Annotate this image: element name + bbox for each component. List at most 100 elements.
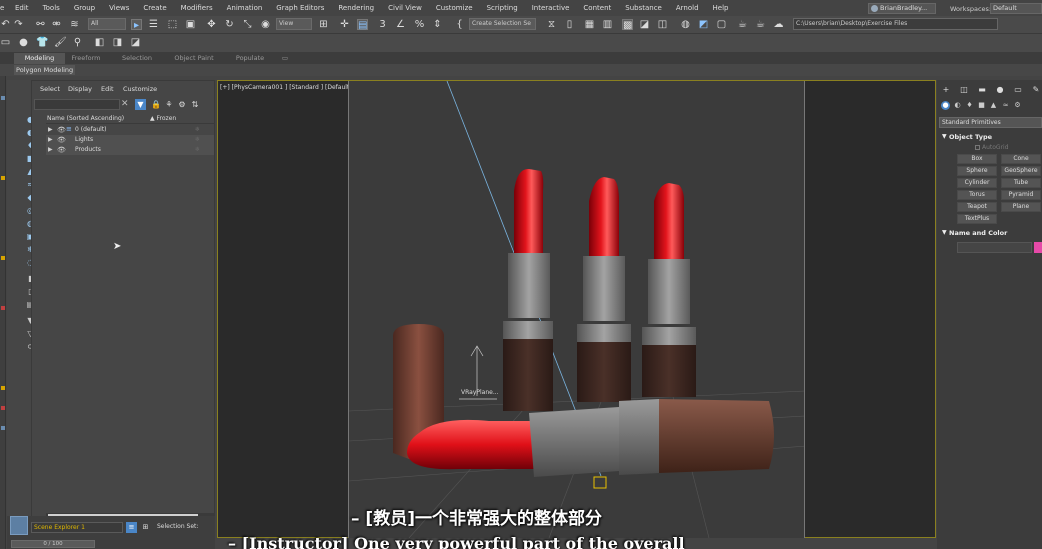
render-iterative-icon[interactable]: ☕ [755,19,766,30]
rendered-frame-window-icon[interactable]: ▢ [716,19,727,30]
rect-selection-icon[interactable]: ⬚ [167,19,178,30]
tube-button[interactable]: Tube [1001,178,1041,188]
menu-animation[interactable]: Animation [220,4,270,12]
spacewarps-category-icon[interactable]: ≈ [1001,101,1010,110]
select-manipulate-icon[interactable]: ✛ [339,19,350,30]
frozen-toggle-icon[interactable]: ❄ [195,135,200,145]
menu-file[interactable]: e [0,4,8,12]
expand-arrow-icon[interactable]: ▶ [48,145,53,155]
keyboard-shortcut-toggle-icon[interactable]: ▤ [357,19,368,31]
eye-icon[interactable]: 👁 [57,125,66,135]
shapes-category-icon[interactable]: ◐ [953,101,962,110]
cameras-category-icon[interactable]: ■ [977,101,986,110]
se-menu-customize[interactable]: Customize [123,85,157,93]
menu-content[interactable]: Content [576,4,618,12]
brush-icon[interactable]: 🖌 [54,37,67,48]
toggle-ribbon-icon[interactable]: ▩ [622,19,633,31]
window-crossing-icon[interactable]: ▣ [185,19,196,30]
unlink-icon[interactable]: ⚮ [51,19,62,30]
angle-snap-icon[interactable]: ∠ [395,19,406,30]
menu-graph-editors[interactable]: Graph Editors [269,4,331,12]
shirt-icon[interactable]: 👕 [36,37,48,48]
cylinder-button[interactable]: Cylinder [957,178,997,188]
rotate-icon[interactable]: ↻ [224,19,235,30]
bind-spacewarp-icon[interactable]: ≋ [69,19,80,30]
scene-row-products[interactable]: ▶ 👁 Products ❄ [46,145,214,155]
utilities-tab-icon[interactable]: ✎ [1031,85,1041,95]
undo-icon[interactable]: ↶ [0,19,11,30]
spinner-snap-icon[interactable]: ⇕ [432,19,443,30]
expand-arrow-icon[interactable]: ▶ [48,125,53,135]
material-editor-icon[interactable]: ◍ [680,19,691,30]
menu-create[interactable]: Create [136,4,173,12]
tab-modeling[interactable]: Modeling [14,53,65,64]
teapot-button[interactable]: Teapot [957,202,997,212]
scene-explorer-name-dropdown[interactable]: Scene Explorer 1 [31,522,123,533]
cone-button[interactable]: Cone [1001,154,1041,164]
menu-views[interactable]: Views [102,4,136,12]
tab-object-paint[interactable]: Object Paint [170,53,218,64]
container-icon[interactable]: ● [18,37,29,48]
scene-explorer-thumbnail[interactable] [10,516,28,535]
schematic-view-icon[interactable]: ◫ [657,19,668,30]
align-icon[interactable]: ▯ [564,19,575,30]
menu-civil-view[interactable]: Civil View [381,4,429,12]
menu-interactive[interactable]: Interactive [525,4,577,12]
expand-arrow-icon[interactable]: ▶ [48,135,53,145]
select-by-name-icon[interactable]: ☰ [148,19,159,30]
pyramid-button[interactable]: Pyramid [1001,190,1041,200]
render-setup-icon[interactable]: ◩ [698,19,709,30]
object-color-swatch[interactable] [1034,242,1042,253]
scene-row-default-layer[interactable]: ▶ 👁 ≡ 0 (default) ❄ [46,125,214,135]
scene-explorer-search-input[interactable] [34,99,120,110]
percent-snap-icon[interactable]: % [414,19,425,30]
display-tab-icon[interactable]: ▭ [1013,85,1023,95]
pivot-center-icon[interactable]: ⊞ [318,19,329,30]
eye-icon[interactable]: 👁 [57,145,66,155]
frozen-toggle-icon[interactable]: ❄ [195,125,200,135]
column-frozen[interactable]: ▲ Frozen [150,115,176,122]
geometry-category-icon[interactable]: ● [941,101,950,110]
column-name[interactable]: Name (Sorted Ascending) [47,115,124,122]
textplus-button[interactable]: TextPlus [957,214,997,224]
se-menu-select[interactable]: Select [40,85,60,93]
sphere-button[interactable]: Sphere [957,166,997,176]
workspaces-dropdown[interactable]: Default [990,3,1042,14]
polygon-modeling-label[interactable]: Polygon Modeling [14,65,76,75]
menu-help[interactable]: Help [706,4,736,12]
lights-category-icon[interactable]: ♦ [965,101,974,110]
motion-tab-icon[interactable]: ● [995,85,1005,95]
scale-icon[interactable]: ⤡ [242,19,253,30]
link-icon[interactable]: ⚯ [35,19,46,30]
tab-freeform[interactable]: Freeform [66,53,106,64]
name-and-color-rollout[interactable]: ▼ Name and Color [939,228,1042,238]
camera-target-icon[interactable] [593,476,607,489]
object-name-input[interactable] [957,242,1032,253]
menu-group[interactable]: Group [67,4,102,12]
expand-all-icon[interactable]: ⇅ [190,99,200,110]
modify-tab-icon[interactable]: ◫ [959,85,969,95]
hierarchy-tab-icon[interactable]: ▬ [977,85,987,95]
selection-filter-dropdown[interactable]: All [88,18,126,30]
select-object-icon[interactable]: ▸ [131,19,142,31]
tab-selection[interactable]: Selection [117,53,157,64]
ribbon-options-icon[interactable]: ▭ [278,53,292,64]
snaps-toggle-icon[interactable]: 3 [377,19,388,30]
lock-icon[interactable]: 🔒 [151,99,161,110]
curve-editor-icon[interactable]: ◪ [639,19,650,30]
edit-named-sets-icon[interactable]: { [454,19,465,30]
placement-icon[interactable]: ◉ [260,19,271,30]
systems-category-icon[interactable]: ⚙ [1013,101,1022,110]
toggle-scene-explorer-icon[interactable]: ▦ [584,19,595,30]
se-menu-edit[interactable]: Edit [101,85,114,93]
link-tool-icon[interactable]: ⚲ [72,37,83,48]
layer-icon[interactable]: ▭ [0,37,11,48]
create-tab-icon[interactable]: + [941,85,951,95]
render-in-cloud-icon[interactable]: ☁ [773,19,784,30]
geosphere-button[interactable]: GeoSphere [1001,166,1041,176]
redo-icon[interactable]: ↷ [13,19,24,30]
sort-by-layer-icon[interactable]: ⚙ [177,99,187,110]
frozen-toggle-icon[interactable]: ❄ [195,145,200,155]
scene-state-icon[interactable]: ◧ [94,37,105,48]
object-type-rollout[interactable]: ▼ Object Type [939,132,1042,142]
